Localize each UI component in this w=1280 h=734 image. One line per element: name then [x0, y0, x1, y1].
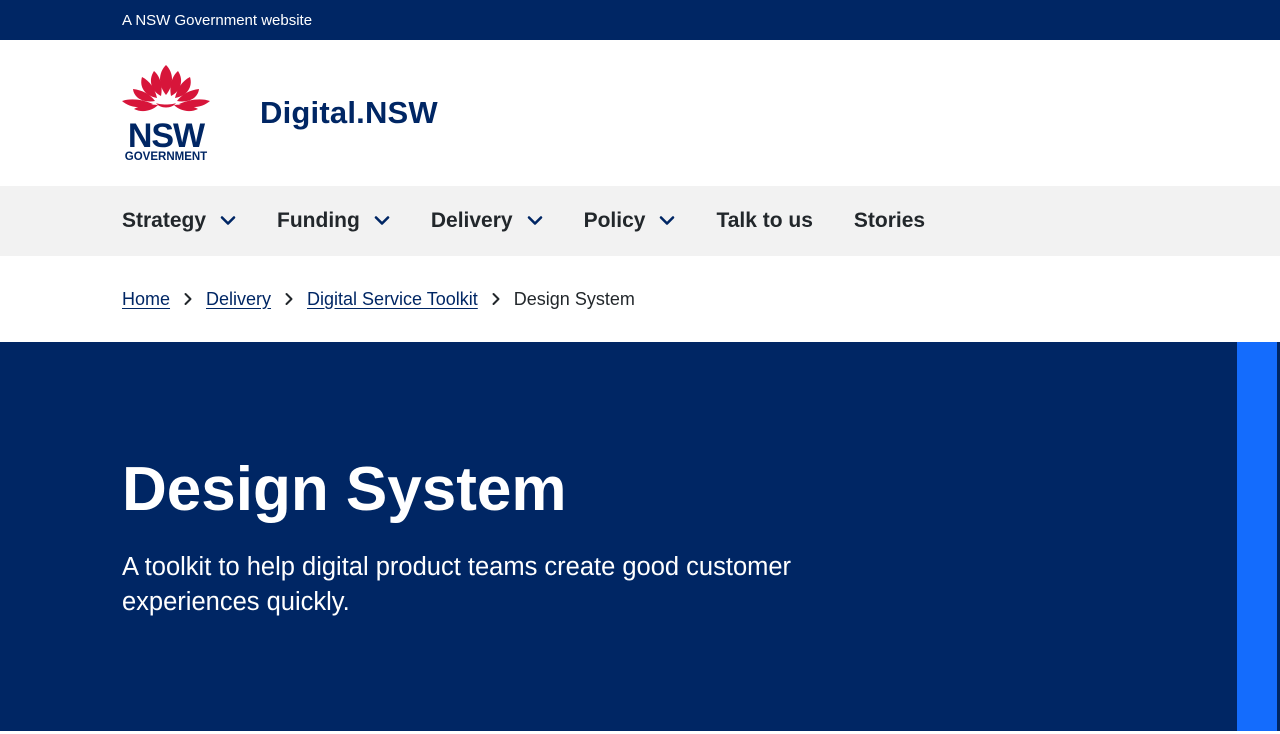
masthead-text: A NSW Government website: [122, 11, 313, 29]
chevron-down-icon: [660, 216, 675, 225]
nav-item-policy[interactable]: Policy: [584, 209, 676, 233]
nav-item-label: Talk to us: [716, 209, 813, 232]
page-title: Design System: [122, 455, 567, 524]
logo-wordmark: NSW: [128, 117, 206, 155]
masthead: A NSW Government website: [0, 0, 1280, 40]
nav-item-talk-to-us[interactable]: Talk to us: [716, 209, 812, 233]
logo-subtext: GOVERNMENT: [125, 151, 207, 163]
breadcrumb-link-home[interactable]: Home: [122, 289, 170, 310]
nav-item-delivery[interactable]: Delivery: [431, 209, 543, 233]
hero-intro: A toolkit to help digital product teams …: [122, 553, 792, 617]
chevron-down-icon: [527, 216, 542, 225]
nav-item-label: Strategy: [122, 209, 207, 232]
site-header: NSW GOVERNMENT Digital.NSW: [0, 40, 1280, 186]
nav-item-label: Funding: [277, 209, 360, 232]
nsw-government-logo[interactable]: NSW GOVERNMENT: [120, 63, 212, 163]
chevron-down-icon: [374, 216, 390, 225]
nav-item-label: Policy: [583, 209, 646, 232]
nav-item-label: Stories: [853, 209, 926, 232]
nav-item-stories[interactable]: Stories: [854, 209, 925, 233]
breadcrumb-current: Design System: [513, 288, 635, 309]
chevron-right-icon: [492, 293, 500, 305]
site-title[interactable]: Digital.NSW: [260, 95, 438, 131]
nav-item-strategy[interactable]: Strategy: [122, 209, 236, 233]
nav-item-funding[interactable]: Funding: [277, 209, 390, 233]
breadcrumb: Home Delivery Digital Service Toolkit De…: [0, 256, 1280, 342]
hero-banner: Design System A toolkit to help digital …: [0, 342, 1280, 731]
hero-accent-bar: [1237, 342, 1277, 731]
chevron-down-icon: [220, 216, 236, 225]
breadcrumb-link-digital-service-toolkit[interactable]: Digital Service Toolkit: [307, 289, 478, 310]
chevron-right-icon: [184, 293, 192, 305]
nav-item-label: Delivery: [430, 209, 513, 232]
chevron-right-icon: [285, 293, 293, 305]
main-navigation: Strategy Funding Delivery Policy Talk to…: [0, 186, 1280, 256]
breadcrumb-link-delivery[interactable]: Delivery: [206, 289, 271, 310]
